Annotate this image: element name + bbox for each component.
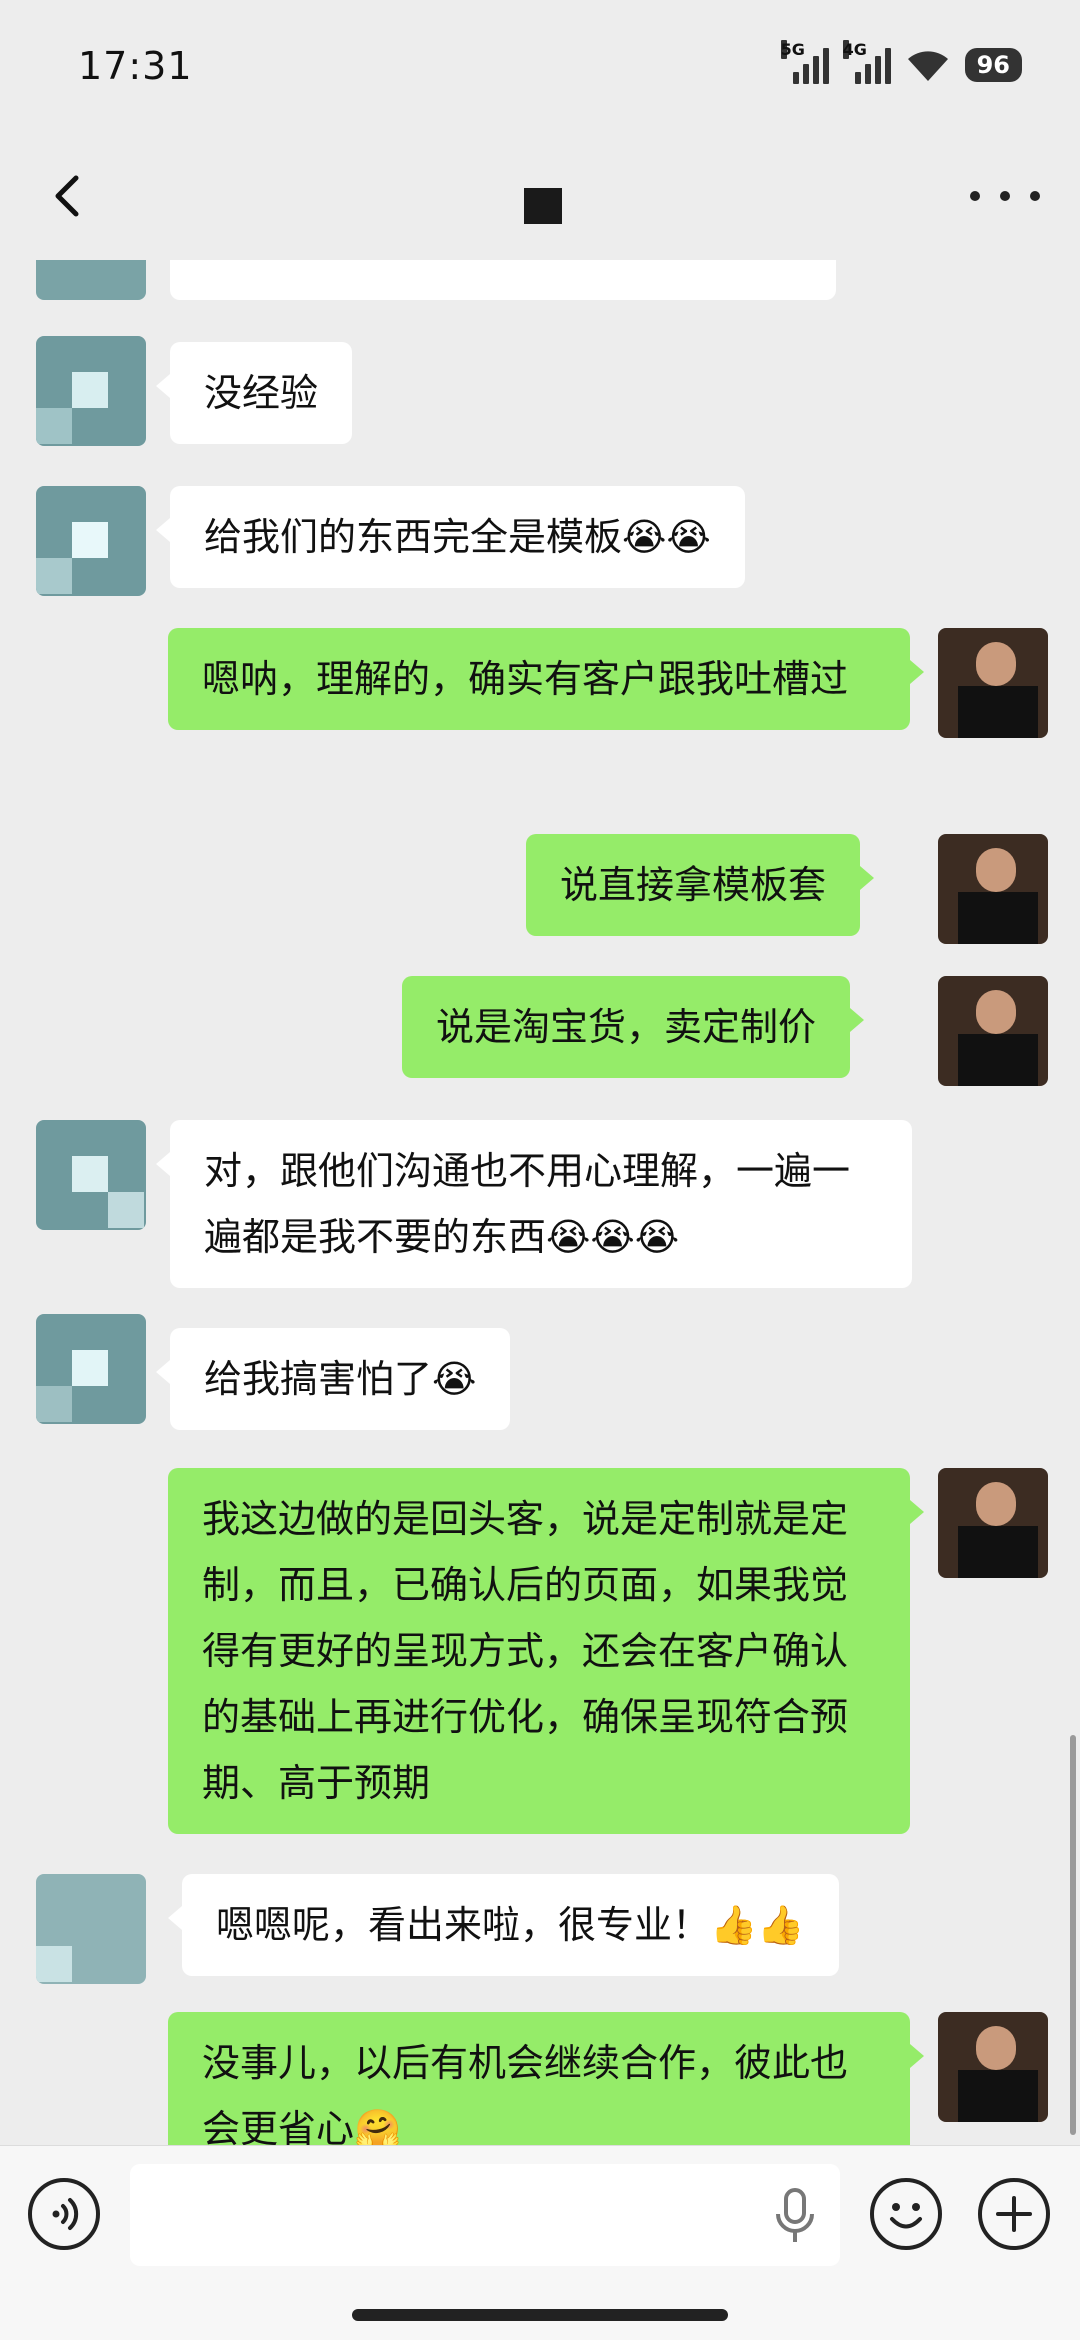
voice-icon[interactable] <box>28 2178 100 2250</box>
status-bar: 17:31 5G 4G 96 <box>0 0 1080 140</box>
message-bubble-outgoing[interactable]: 我这边做的是回头客，说是定制就是定制，而且，已确认后的页面，如果我觉得有更好的呈… <box>168 1468 924 1834</box>
contact-avatar[interactable] <box>36 1120 146 1230</box>
contact-avatar[interactable] <box>36 336 146 446</box>
message-bubble-incoming[interactable]: 给我搞害怕了😭 <box>155 1328 511 1430</box>
message-bubble-outgoing[interactable]: 没事儿，以后有机会继续合作，彼此也会更省心🤗 <box>168 2012 924 2145</box>
system-icons: 5G 4G 96 <box>780 40 1022 88</box>
chat-title-redacted <box>524 188 562 224</box>
network-5g-label: 5G <box>780 40 805 59</box>
network-4g-label: 4G <box>842 40 867 59</box>
chat-messages[interactable]: 主要是之… PPT 制作 没经验 给我们的东西完全是模板😭😭 嗯呐，理解的，确实… <box>0 260 1080 2145</box>
signal-4g-icon: 4G <box>842 40 891 84</box>
my-avatar[interactable] <box>938 976 1048 1086</box>
status-time: 17:31 <box>78 44 193 88</box>
message-bubble-outgoing[interactable]: 嗯呐，理解的，确实有客户跟我吐槽过 <box>168 628 924 730</box>
contact-avatar[interactable] <box>36 1314 146 1424</box>
message-bubble-outgoing[interactable]: 说直接拿模板套 <box>526 834 875 936</box>
chevron-left-icon[interactable] <box>40 166 100 226</box>
home-indicator[interactable] <box>352 2309 728 2321</box>
more-dots-icon[interactable] <box>970 176 1040 216</box>
contact-avatar[interactable] <box>36 260 146 300</box>
my-avatar[interactable] <box>938 2012 1048 2122</box>
message-bubble-incoming[interactable]: 嗯嗯呢，看出来啦，很专业！👍👍 <box>168 1874 839 1976</box>
message-bubble-incoming[interactable]: 对，跟他们沟通也不用心理解，一遍一遍都是我不要的东西😭😭😭 <box>156 1120 912 1288</box>
my-avatar[interactable] <box>938 628 1048 738</box>
my-avatar[interactable] <box>938 834 1048 944</box>
emoji-icon[interactable] <box>870 2178 942 2250</box>
message-bubble-outgoing[interactable]: 说是淘宝货，卖定制价 <box>402 976 865 1078</box>
contact-avatar[interactable] <box>36 1874 146 1984</box>
message-bubble-incoming[interactable]: 没经验 <box>155 342 353 444</box>
message-bubble-incoming[interactable]: 主要是之… PPT 制作 <box>170 260 836 300</box>
message-input[interactable] <box>130 2164 840 2266</box>
mic-icon[interactable] <box>770 2186 820 2246</box>
battery-indicator: 96 <box>964 48 1022 82</box>
chat-scrollbar[interactable] <box>1070 1735 1076 2135</box>
wifi-icon <box>907 51 948 81</box>
my-avatar[interactable] <box>938 1468 1048 1578</box>
plus-icon[interactable] <box>978 2178 1050 2250</box>
signal-5g-icon: 5G <box>780 40 829 84</box>
message-bubble-incoming[interactable]: 给我们的东西完全是模板😭😭 <box>156 486 745 588</box>
contact-avatar[interactable] <box>36 486 146 596</box>
chat-header <box>0 140 1080 260</box>
